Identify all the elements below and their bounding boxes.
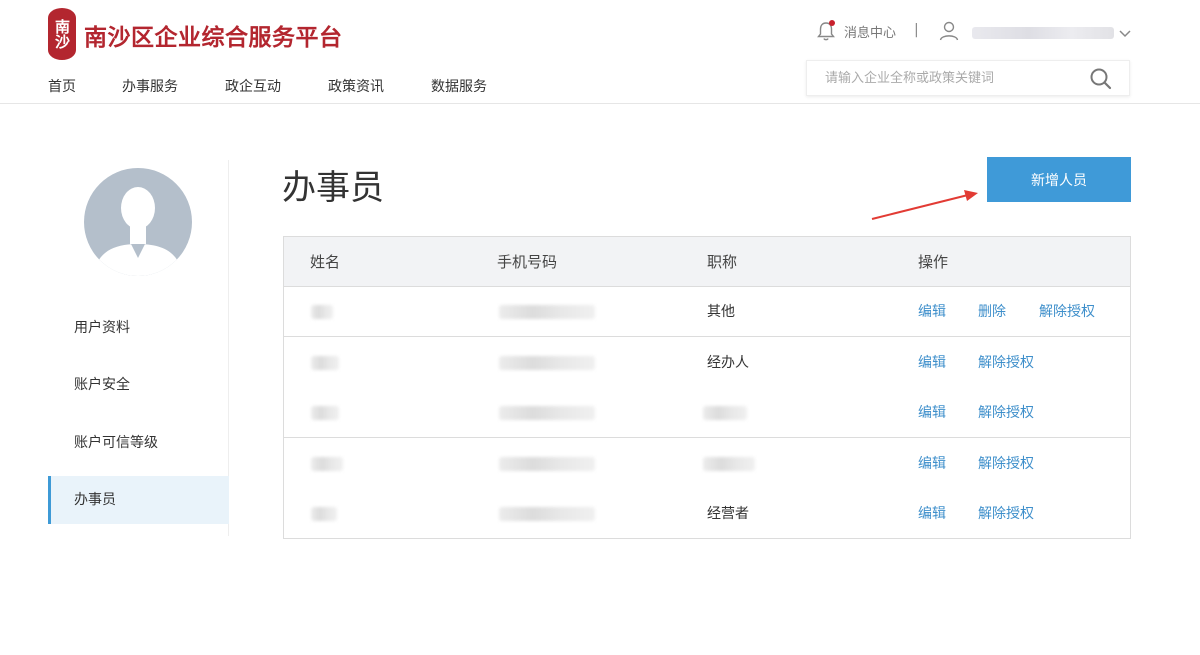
delete-link[interactable]: 删除 xyxy=(978,287,1006,337)
name-redacted xyxy=(311,305,333,319)
column-header-title: 职称 xyxy=(707,253,738,271)
nav-item-services[interactable]: 办事服务 xyxy=(122,76,178,96)
nav-item-interaction[interactable]: 政企互动 xyxy=(225,76,281,96)
name-redacted xyxy=(311,457,343,471)
sidebar-item-agents[interactable]: 办事员 xyxy=(48,476,229,524)
user-menu[interactable] xyxy=(938,20,1132,46)
chevron-down-icon[interactable] xyxy=(1118,24,1132,43)
nav-item-data-services[interactable]: 数据服务 xyxy=(431,76,487,96)
phone-redacted xyxy=(499,406,595,420)
revoke-authorization-link[interactable]: 解除授权 xyxy=(978,338,1034,388)
user-name-redacted xyxy=(972,27,1114,39)
user-icon xyxy=(938,20,960,46)
nav-item-policy-news[interactable]: 政策资讯 xyxy=(328,76,384,96)
table-row: 编辑 解除授权 xyxy=(284,388,1130,438)
row-title: 经办人 xyxy=(707,355,749,371)
search-input[interactable] xyxy=(807,61,1095,95)
phone-redacted xyxy=(499,356,595,370)
table-row: 经营者 编辑 解除授权 xyxy=(284,489,1130,538)
site-logo[interactable]: 南沙 xyxy=(48,8,76,60)
row-title: 其他 xyxy=(707,304,735,320)
sidebar-item-trust-level[interactable]: 账户可信等级 xyxy=(48,419,229,467)
row-title: 经营者 xyxy=(707,506,749,522)
page-title: 办事员 xyxy=(282,168,384,208)
add-staff-button[interactable]: 新增人员 xyxy=(987,157,1131,202)
column-header-actions: 操作 xyxy=(918,253,949,271)
revoke-authorization-link[interactable]: 解除授权 xyxy=(978,439,1034,489)
avatar[interactable] xyxy=(84,168,192,276)
search-icon[interactable] xyxy=(1089,67,1113,91)
revoke-authorization-link[interactable]: 解除授权 xyxy=(978,388,1034,438)
edit-link[interactable]: 编辑 xyxy=(918,388,946,438)
logo-text: 南沙 xyxy=(53,19,71,49)
account-sidebar: 用户资料 账户安全 账户可信等级 办事员 xyxy=(48,160,229,536)
title-redacted xyxy=(703,406,747,420)
phone-redacted xyxy=(499,457,595,471)
site-title[interactable]: 南沙区企业综合服务平台 xyxy=(84,18,343,52)
staff-table: 姓名 手机号码 职称 操作 其他 编辑 删除 解除授权 经办人 编辑 解除授权 … xyxy=(283,236,1131,539)
sidebar-item-user-profile[interactable]: 用户资料 xyxy=(48,304,229,352)
revoke-authorization-link[interactable]: 解除授权 xyxy=(978,489,1034,538)
bell-icon xyxy=(816,20,836,42)
table-row: 经办人 编辑 解除授权 xyxy=(284,338,1130,388)
top-header: 南沙 南沙区企业综合服务平台 首页 办事服务 政企互动 政策资讯 数据服务 消息… xyxy=(0,0,1200,104)
name-redacted xyxy=(311,406,339,420)
edit-link[interactable]: 编辑 xyxy=(918,338,946,388)
header-separator: | xyxy=(914,22,919,38)
annotation-arrow-icon xyxy=(871,190,978,220)
column-header-name: 姓名 xyxy=(310,253,341,271)
name-redacted xyxy=(311,507,337,521)
table-header: 姓名 手机号码 职称 操作 xyxy=(284,237,1130,287)
nav-item-home[interactable]: 首页 xyxy=(48,76,76,96)
phone-redacted xyxy=(499,507,595,521)
notification-dot xyxy=(829,20,835,26)
message-center-label: 消息中心 xyxy=(844,25,897,41)
revoke-authorization-link[interactable]: 解除授权 xyxy=(1039,287,1095,337)
edit-link[interactable]: 编辑 xyxy=(918,287,946,337)
table-row: 其他 编辑 删除 解除授权 xyxy=(284,287,1130,337)
phone-redacted xyxy=(499,305,595,319)
column-header-phone: 手机号码 xyxy=(497,253,558,271)
search-box xyxy=(806,60,1130,96)
name-redacted xyxy=(311,356,339,370)
title-redacted xyxy=(703,457,755,471)
table-row: 编辑 解除授权 xyxy=(284,439,1130,489)
sidebar-item-account-security[interactable]: 账户安全 xyxy=(48,361,229,409)
edit-link[interactable]: 编辑 xyxy=(918,439,946,489)
message-center[interactable]: 消息中心 xyxy=(816,20,896,42)
edit-link[interactable]: 编辑 xyxy=(918,489,946,538)
